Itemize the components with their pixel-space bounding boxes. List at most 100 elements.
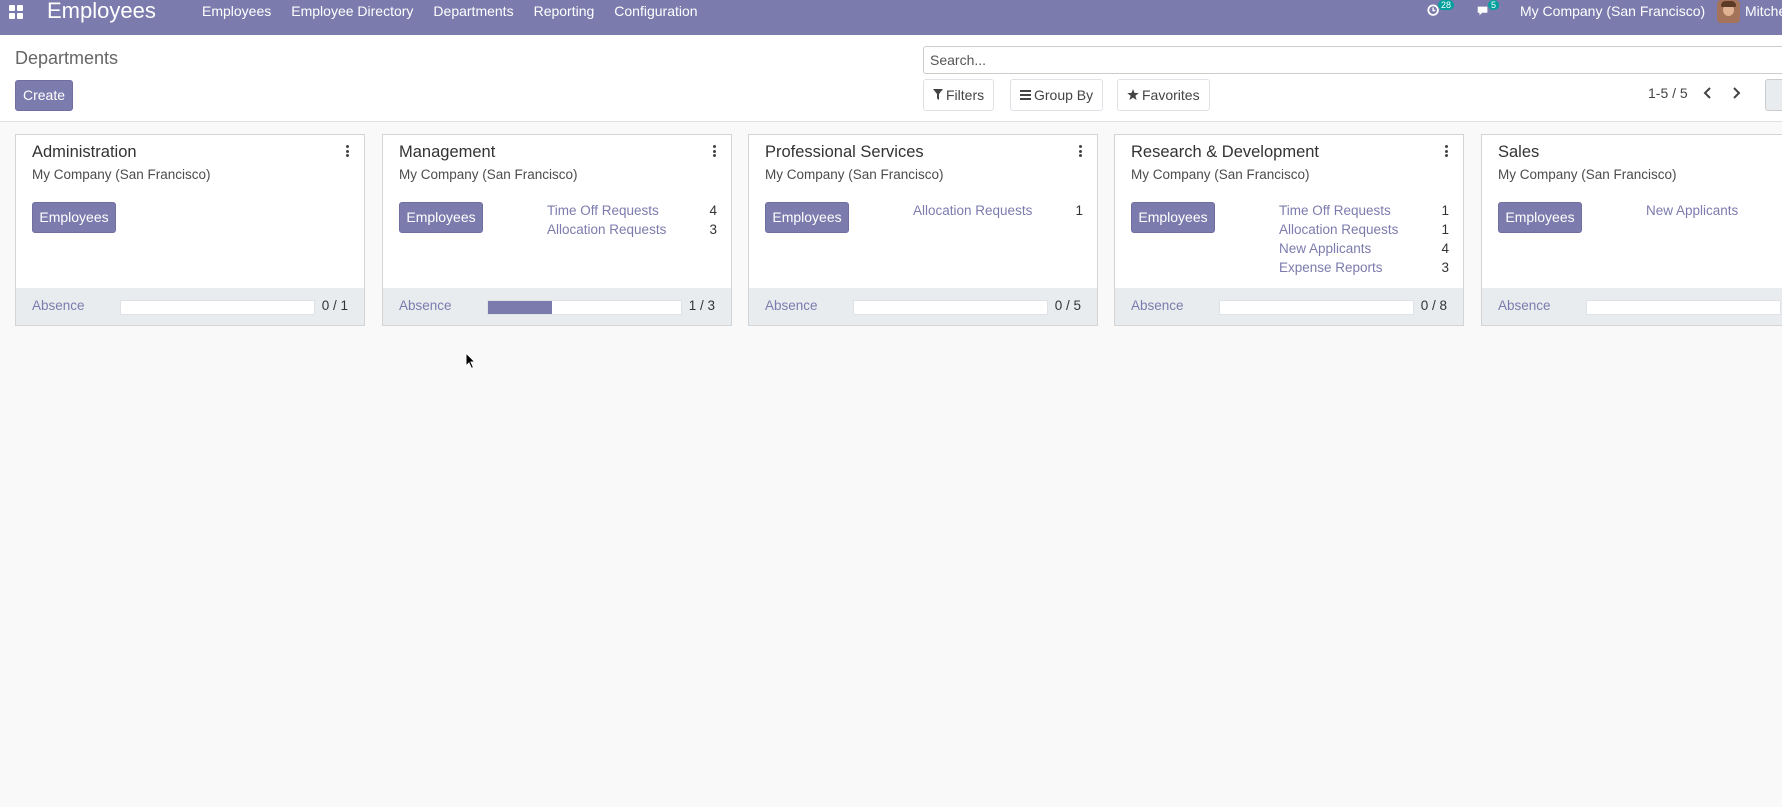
department-card[interactable]: Sales My Company (San Francisco) Employe… bbox=[1481, 134, 1782, 326]
department-stats: Time Off Requests 1 Allocation Requests 1 … bbox=[1279, 203, 1449, 279]
bars-icon bbox=[1020, 90, 1031, 100]
pager-next-icon[interactable] bbox=[1728, 85, 1744, 101]
kanban-view-button[interactable] bbox=[1765, 79, 1782, 111]
card-footer: Absence 0 / 8 bbox=[1115, 288, 1463, 325]
activity-count-badge: 28 bbox=[1438, 0, 1455, 10]
employees-button[interactable]: Employees bbox=[32, 202, 116, 233]
menu-item-employee-directory[interactable]: Employee Directory bbox=[291, 3, 413, 19]
department-company: My Company (San Francisco) bbox=[765, 167, 944, 182]
department-name[interactable]: Management bbox=[399, 143, 495, 162]
pager-value[interactable]: 1-5 / 5 bbox=[1648, 85, 1688, 101]
filters-label: Filters bbox=[946, 87, 985, 103]
absence-progress-bar bbox=[853, 300, 1048, 315]
stat-label[interactable]: Time Off Requests bbox=[1279, 203, 1391, 222]
stat-row[interactable]: Expense Reports 3 bbox=[1279, 260, 1449, 279]
card-footer: Absence 1 / 3 bbox=[383, 288, 731, 325]
stat-value: 1 bbox=[1075, 203, 1083, 218]
stat-label[interactable]: Allocation Requests bbox=[913, 203, 1032, 222]
absence-label[interactable]: Absence bbox=[32, 298, 85, 313]
department-card[interactable]: Management My Company (San Francisco) Em… bbox=[382, 134, 732, 326]
menu-item-configuration[interactable]: Configuration bbox=[614, 3, 697, 19]
stat-label[interactable]: New Applicants bbox=[1279, 241, 1371, 260]
card-footer: Absence 0 / 5 bbox=[749, 288, 1097, 325]
stat-value: 4 bbox=[1441, 241, 1449, 256]
stat-label[interactable]: Allocation Requests bbox=[547, 222, 666, 241]
department-company: My Company (San Francisco) bbox=[1498, 167, 1677, 182]
apps-menu-icon[interactable] bbox=[9, 5, 23, 19]
control-panel: Departments Create Filters Group By Favo… bbox=[0, 35, 1782, 122]
department-name[interactable]: Professional Services bbox=[765, 143, 924, 162]
stat-row[interactable]: Allocation Requests 1 bbox=[1279, 222, 1449, 241]
stat-row[interactable]: Allocation Requests 3 bbox=[547, 222, 717, 241]
filter-icon bbox=[933, 89, 943, 100]
absence-label[interactable]: Absence bbox=[1498, 298, 1551, 313]
stat-label[interactable]: New Applicants bbox=[1646, 203, 1738, 222]
kebab-menu-icon[interactable] bbox=[713, 145, 717, 159]
stat-label[interactable]: Allocation Requests bbox=[1279, 222, 1398, 241]
messages-count-badge: 5 bbox=[1488, 0, 1500, 10]
department-company: My Company (San Francisco) bbox=[1131, 167, 1310, 182]
department-stats: Allocation Requests 1 bbox=[913, 203, 1083, 222]
department-name[interactable]: Administration bbox=[32, 143, 137, 162]
card-footer: Absence bbox=[1482, 288, 1782, 325]
stat-row[interactable]: Time Off Requests 1 bbox=[1279, 203, 1449, 222]
stat-value: 1 bbox=[1441, 203, 1449, 218]
stat-value: 3 bbox=[1441, 260, 1449, 275]
stat-row[interactable]: New Applicants 4 bbox=[1279, 241, 1449, 260]
absence-progress-bar bbox=[1219, 300, 1414, 315]
department-name[interactable]: Research & Development bbox=[1131, 143, 1319, 162]
search-box bbox=[923, 46, 1782, 74]
mouse-cursor-icon bbox=[465, 352, 477, 370]
favorites-label: Favorites bbox=[1142, 87, 1200, 103]
employees-button[interactable]: Employees bbox=[1498, 202, 1582, 233]
search-input[interactable] bbox=[924, 47, 1782, 73]
absence-progress-bar bbox=[487, 300, 682, 315]
employees-button[interactable]: Employees bbox=[1131, 202, 1215, 233]
kebab-menu-icon[interactable] bbox=[346, 145, 350, 159]
menu-item-departments[interactable]: Departments bbox=[433, 3, 513, 19]
absence-label[interactable]: Absence bbox=[399, 298, 452, 313]
employees-button[interactable]: Employees bbox=[765, 202, 849, 233]
absence-value: 0 / 8 bbox=[1420, 298, 1447, 313]
star-icon bbox=[1127, 89, 1139, 100]
user-menu[interactable]: Mitche bbox=[1745, 3, 1782, 19]
department-card[interactable]: Administration My Company (San Francisco… bbox=[15, 134, 365, 326]
stat-label[interactable]: Time Off Requests bbox=[547, 203, 659, 222]
top-navbar: Employees Employees Employee Directory D… bbox=[0, 0, 1782, 35]
pager-previous-icon[interactable] bbox=[1700, 85, 1716, 101]
department-stats: Time Off Requests 4 Allocation Requests 3 bbox=[547, 203, 717, 241]
absence-label[interactable]: Absence bbox=[765, 298, 818, 313]
absence-label[interactable]: Absence bbox=[1131, 298, 1184, 313]
department-company: My Company (San Francisco) bbox=[32, 167, 211, 182]
create-button[interactable]: Create bbox=[15, 80, 73, 111]
absence-progress-bar bbox=[120, 300, 315, 315]
company-switcher[interactable]: My Company (San Francisco) bbox=[1520, 3, 1705, 19]
absence-progress-bar bbox=[1586, 300, 1781, 315]
group-by-button[interactable]: Group By bbox=[1010, 79, 1104, 111]
group-by-label: Group By bbox=[1034, 87, 1094, 103]
menu-item-employees[interactable]: Employees bbox=[202, 3, 271, 19]
absence-value: 1 / 3 bbox=[688, 298, 715, 313]
activity-menu[interactable]: 28 bbox=[1425, 0, 1455, 35]
department-card[interactable]: Professional Services My Company (San Fr… bbox=[748, 134, 1098, 326]
app-title[interactable]: Employees bbox=[47, 0, 156, 24]
breadcrumb: Departments bbox=[15, 48, 119, 68]
stat-row[interactable]: Time Off Requests 4 bbox=[547, 203, 717, 222]
kebab-menu-icon[interactable] bbox=[1079, 145, 1083, 159]
favorites-button[interactable]: Favorites bbox=[1117, 79, 1210, 111]
stat-value: 1 bbox=[1441, 222, 1449, 237]
messaging-menu[interactable]: 5 bbox=[1474, 0, 1504, 35]
department-card[interactable]: Research & Development My Company (San F… bbox=[1114, 134, 1464, 326]
stat-row[interactable]: New Applicants bbox=[1646, 203, 1782, 222]
stat-label[interactable]: Expense Reports bbox=[1279, 260, 1383, 279]
filters-button[interactable]: Filters bbox=[923, 79, 995, 111]
stat-row[interactable]: Allocation Requests 1 bbox=[913, 203, 1083, 222]
absence-value: 0 / 5 bbox=[1054, 298, 1081, 313]
card-footer: Absence 0 / 1 bbox=[16, 288, 364, 325]
kebab-menu-icon[interactable] bbox=[1445, 145, 1449, 159]
stat-value: 4 bbox=[709, 203, 717, 218]
menu-item-reporting[interactable]: Reporting bbox=[534, 3, 595, 19]
user-avatar[interactable] bbox=[1717, 0, 1740, 23]
department-name[interactable]: Sales bbox=[1498, 143, 1539, 162]
employees-button[interactable]: Employees bbox=[399, 202, 483, 233]
